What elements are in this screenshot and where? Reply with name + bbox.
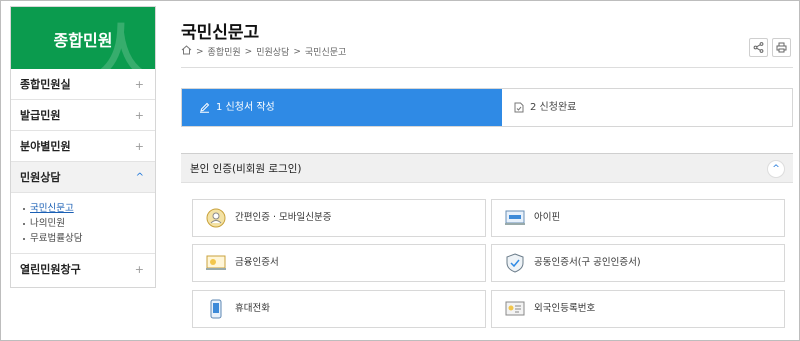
auth-section-header[interactable]: 본인 인증(비회원 로그인) ^ — [181, 153, 793, 183]
bullet-dot — [23, 207, 25, 210]
sidebar: 人 종합민원 종합민원실 + 발급민원 + 분야별민원 + 민원상담 ^ 국민신… — [10, 6, 156, 288]
expand-plus-icon: + — [134, 140, 144, 153]
breadcrumb: > 종합민원 > 민원상담 > 국민신문고 — [181, 45, 346, 58]
auth-option-simple[interactable]: 간편인증 · 모바일신분증 — [192, 199, 486, 237]
breadcrumb-separator: > — [293, 46, 301, 57]
option-label: 아이핀 — [534, 212, 561, 223]
auth-section-title: 본인 인증(비회원 로그인) — [190, 163, 302, 175]
step-label: 2 신청완료 — [530, 102, 577, 113]
sub-item-label: 무료법률상담 — [30, 233, 83, 244]
auth-option-joint-cert[interactable]: 공동인증서(구 공인인증서) — [491, 244, 785, 282]
sidebar-item-label: 발급민원 — [20, 109, 61, 122]
collapse-chevron-up-icon[interactable]: ^ — [767, 160, 785, 178]
simple-auth-icon — [206, 208, 226, 228]
breadcrumb-separator: > — [244, 46, 253, 57]
sidebar-item-label: 민원상담 — [20, 171, 61, 184]
bullet-dot — [23, 237, 25, 240]
bullet-dot — [23, 222, 25, 225]
expand-plus-icon: + — [134, 109, 144, 122]
step-complete: 2 신청완료 — [514, 89, 576, 126]
sidebar-title: 종합민원 — [53, 31, 113, 50]
sidebar-item-consultation[interactable]: 민원상담 ^ — [11, 162, 155, 193]
print-icon — [776, 42, 787, 53]
print-button[interactable] — [772, 38, 791, 57]
pencil-icon — [200, 102, 210, 113]
home-icon[interactable] — [181, 45, 192, 58]
sidebar-header: 人 종합민원 — [11, 7, 155, 69]
sub-item-label: 나의민원 — [30, 218, 65, 229]
step-arrow — [490, 89, 502, 126]
share-icon — [753, 42, 764, 53]
auth-option-foreigner-id[interactable]: 외국인등록번호 — [491, 290, 785, 328]
breadcrumb-separator: > — [196, 46, 204, 57]
sub-item-label: 국민신문고 — [30, 203, 74, 214]
breadcrumb-item-current: 국민신문고 — [304, 48, 347, 58]
auth-option-financial-cert[interactable]: 금융인증서 — [192, 244, 486, 282]
sidebar-sub-item-legal-advice[interactable]: 무료법률상담 — [23, 231, 155, 246]
sidebar-item-label: 열린민원창구 — [20, 263, 81, 276]
expand-plus-icon: + — [134, 78, 144, 91]
financial-cert-icon — [206, 255, 226, 270]
sidebar-item-label: 분야별민원 — [20, 140, 71, 153]
sidebar-item-label: 종합민원실 — [20, 78, 71, 91]
mobile-phone-icon — [210, 299, 222, 319]
sidebar-sub-item-my-petitions[interactable]: 나의민원 — [23, 216, 155, 231]
expand-plus-icon: + — [134, 263, 144, 276]
foreigner-id-icon — [505, 301, 525, 316]
sidebar-sub-item-sinmungo[interactable]: 국민신문고 — [23, 201, 155, 216]
sidebar-sub-list: 국민신문고 나의민원 무료법률상담 — [11, 193, 155, 254]
sidebar-item-issuance[interactable]: 발급민원 + — [11, 100, 155, 131]
option-label: 공동인증서(구 공인인증서) — [534, 257, 641, 268]
breadcrumb-item-consultation[interactable]: 민원상담 — [256, 45, 289, 58]
step-label: 1 신청서 작성 — [216, 102, 275, 113]
progress-steps: 1 신청서 작성 2 신청완료 — [181, 88, 793, 127]
sidebar-item-open-window[interactable]: 열린민원창구 + — [11, 254, 155, 285]
option-label: 금융인증서 — [235, 257, 279, 268]
sidebar-item-general[interactable]: 종합민원실 + — [11, 69, 155, 100]
document-check-icon — [514, 102, 524, 112]
option-label: 휴대전화 — [235, 303, 270, 314]
share-button[interactable] — [749, 38, 768, 57]
step-write-application: 1 신청서 작성 — [182, 89, 502, 126]
option-label: 간편인증 · 모바일신분증 — [235, 212, 332, 223]
breadcrumb-item-general[interactable]: 종합민원 — [208, 45, 241, 58]
page-title: 국민신문고 — [181, 23, 260, 43]
option-label: 외국인등록번호 — [534, 303, 596, 314]
joint-cert-icon — [506, 253, 524, 273]
auth-option-mobile[interactable]: 휴대전화 — [192, 290, 486, 328]
collapse-chevron-up-icon: ^ — [135, 172, 144, 183]
auth-option-ipin[interactable]: 아이핀 — [491, 199, 785, 237]
sidebar-item-by-field[interactable]: 분야별민원 + — [11, 131, 155, 162]
title-divider — [181, 67, 793, 68]
ipin-icon — [505, 210, 525, 225]
